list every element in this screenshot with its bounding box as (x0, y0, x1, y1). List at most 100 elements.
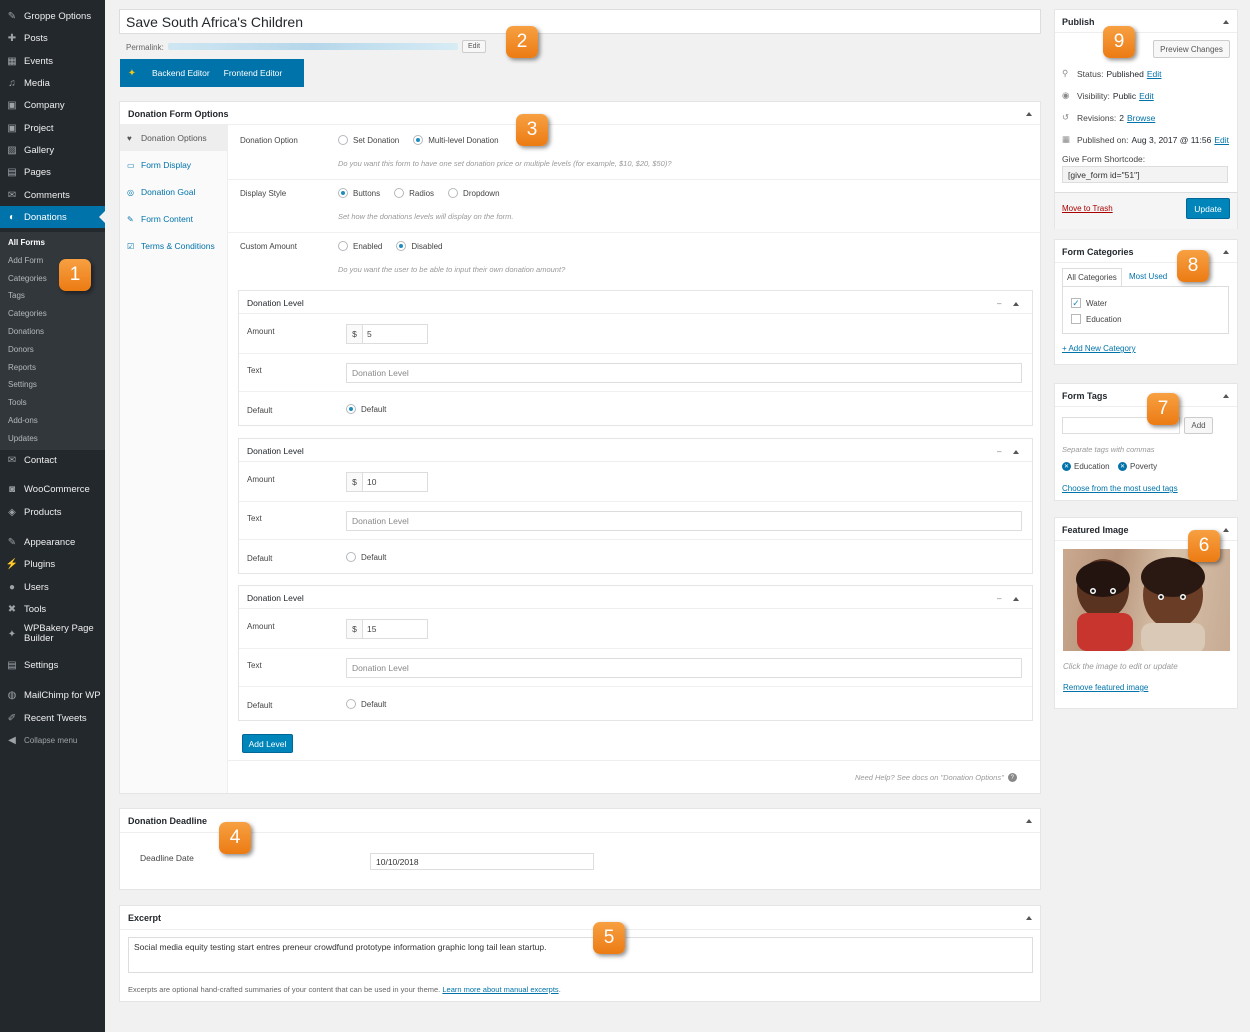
sidebar-item-wpbakery-page-builder[interactable]: ✦ WPBakery Page Builder (0, 620, 105, 648)
remove-featured-image-link[interactable]: Remove featured image (1063, 683, 1148, 692)
frontend-editor-button[interactable]: Frontend Editor (224, 68, 283, 78)
permalink-url[interactable] (168, 43, 458, 50)
radio-option-radios[interactable]: Radios (394, 188, 434, 198)
preview-changes-button[interactable]: Preview Changes (1153, 40, 1230, 58)
move-to-trash-link[interactable]: Move to Trash (1062, 204, 1113, 213)
sidebar-item-events[interactable]: ▦ Events (0, 50, 105, 72)
collapse-toggle-icon[interactable] (1223, 20, 1229, 24)
minimize-icon[interactable]: – (997, 299, 1001, 308)
excerpt-textarea[interactable]: Social media equity testing start entres… (128, 937, 1033, 973)
help-icon[interactable]: ? (1007, 773, 1017, 782)
radio-option-enabled[interactable]: Enabled (338, 241, 382, 251)
sidebar-item-appearance[interactable]: ✎ Appearance (0, 531, 105, 553)
submenu-item-donations[interactable]: Donations (8, 327, 44, 336)
tab-form-content[interactable]: ✎ Form Content (120, 206, 228, 232)
submenu-item-reports[interactable]: Reports (8, 363, 36, 372)
collapse-toggle-icon[interactable] (1026, 819, 1032, 823)
add-new-category-link[interactable]: + Add New Category (1062, 344, 1136, 353)
sidebar-item-media[interactable]: ♫ Media (0, 72, 105, 94)
collapse-toggle-icon[interactable] (1026, 112, 1032, 116)
collapse-toggle-icon[interactable] (1013, 450, 1019, 454)
radio-option-buttons[interactable]: Buttons (338, 188, 380, 198)
deadline-date-input[interactable]: 10/10/2018 (370, 853, 594, 870)
radio-button[interactable] (346, 404, 356, 414)
tab-form-display[interactable]: ▭ Form Display (120, 152, 228, 178)
remove-tag-icon[interactable]: ✕ (1062, 462, 1071, 471)
collapse-toggle-icon[interactable] (1013, 302, 1019, 306)
update-button[interactable]: Update (1186, 198, 1230, 219)
amount-field[interactable]: $15 (346, 619, 428, 639)
sidebar-item-mailchimp-for-wp[interactable]: ◍ MailChimp for WP (0, 684, 105, 706)
submenu-item-add-ons[interactable]: Add-ons (8, 416, 38, 425)
revisions-browse-link[interactable]: Browse (1127, 113, 1155, 123)
sidebar-item-collapse-menu[interactable]: ◀ Collapse menu (0, 729, 105, 751)
radio-button[interactable] (448, 188, 459, 198)
remove-tag-icon[interactable]: ✕ (1118, 462, 1127, 471)
collapse-toggle-icon[interactable] (1223, 394, 1229, 398)
submenu-item-settings[interactable]: Settings (8, 380, 37, 389)
sidebar-item-comments[interactable]: ✉ Comments (0, 184, 105, 206)
level-text-input[interactable]: Donation Level (346, 511, 1022, 531)
add-level-button[interactable]: Add Level (242, 734, 293, 753)
permalink-edit-button[interactable]: Edit (462, 40, 486, 53)
submenu-item-categories[interactable]: Categories (8, 309, 47, 318)
submenu-item-categories[interactable]: Categories (8, 274, 47, 283)
default-radio-option[interactable]: Default (346, 552, 386, 562)
amount-field[interactable]: $5 (346, 324, 428, 344)
submenu-item-updates[interactable]: Updates (8, 434, 38, 443)
level-text-input[interactable]: Donation Level (346, 658, 1022, 678)
collapse-toggle-icon[interactable] (1223, 528, 1229, 532)
radio-button[interactable] (338, 188, 348, 198)
collapse-toggle-icon[interactable] (1223, 250, 1229, 254)
sidebar-item-contact[interactable]: ✉ Contact (0, 449, 105, 471)
submenu-item-all-forms[interactable]: All Forms (8, 238, 45, 247)
radio-button[interactable] (413, 135, 424, 145)
tab-terms-conditions[interactable]: ☑ Terms & Conditions (120, 233, 228, 259)
checkbox[interactable] (1071, 314, 1081, 324)
minimize-icon[interactable]: – (997, 594, 1001, 603)
radio-button[interactable] (338, 135, 348, 145)
amount-field[interactable]: $10 (346, 472, 428, 492)
default-radio-option[interactable]: Default (346, 404, 386, 414)
shortcode-field[interactable]: [give_form id="51"] (1062, 166, 1228, 183)
collapse-toggle-icon[interactable] (1013, 597, 1019, 601)
radio-button[interactable] (394, 188, 405, 198)
tab-most-used[interactable]: Most Used (1129, 272, 1167, 281)
sidebar-item-woocommerce[interactable]: ◙ WooCommerce (0, 478, 105, 500)
category-item-education[interactable]: Education (1071, 314, 1122, 324)
excerpt-learn-more-link[interactable]: Learn more about manual excerpts (442, 985, 558, 994)
sidebar-item-tools[interactable]: ✖ Tools (0, 598, 105, 620)
published-edit-link[interactable]: Edit (1214, 135, 1229, 145)
sidebar-item-project[interactable]: ▣ Project (0, 117, 105, 139)
radio-button[interactable] (338, 241, 348, 251)
visibility-edit-link[interactable]: Edit (1139, 91, 1154, 101)
sidebar-item-recent-tweets[interactable]: ✐ Recent Tweets (0, 707, 105, 729)
category-item-water[interactable]: ✓ Water (1071, 298, 1107, 308)
radio-button[interactable] (346, 552, 356, 562)
featured-image-thumbnail[interactable] (1063, 549, 1230, 651)
submenu-item-donors[interactable]: Donors (8, 345, 34, 354)
sidebar-item-users[interactable]: ● Users (0, 576, 105, 598)
radio-button[interactable] (346, 699, 356, 709)
tab-donation-options[interactable]: ♥ Donation Options (120, 125, 228, 151)
sidebar-item-gallery[interactable]: ▨ Gallery (0, 139, 105, 161)
minimize-icon[interactable]: – (997, 447, 1001, 456)
submenu-item-tags[interactable]: Tags (8, 291, 25, 300)
sidebar-item-company[interactable]: ▣ Company (0, 94, 105, 116)
collapse-toggle-icon[interactable] (1026, 916, 1032, 920)
level-text-input[interactable]: Donation Level (346, 363, 1022, 383)
radio-option-dropdown[interactable]: Dropdown (448, 188, 500, 198)
tab-all-categories[interactable]: All Categories (1062, 268, 1122, 287)
radio-option-disabled[interactable]: Disabled (396, 241, 443, 251)
sidebar-item-settings[interactable]: ▤ Settings (0, 654, 105, 676)
choose-most-used-tags-link[interactable]: Choose from the most used tags (1062, 484, 1178, 493)
post-title-input[interactable]: Save South Africa's Children (119, 9, 1041, 34)
status-edit-link[interactable]: Edit (1147, 69, 1162, 79)
sidebar-item-groppe-options[interactable]: ✎ Groppe Options (0, 5, 105, 27)
sidebar-item-posts[interactable]: ✚ Posts (0, 27, 105, 49)
radio-option-multi-level-donation[interactable]: Multi-level Donation (413, 135, 499, 145)
sidebar-item-donations[interactable]: ◐ Donations (0, 206, 105, 228)
sidebar-item-pages[interactable]: ▤ Pages (0, 161, 105, 183)
add-tag-button[interactable]: Add (1184, 417, 1213, 434)
sidebar-item-plugins[interactable]: ⚡ Plugins (0, 553, 105, 575)
